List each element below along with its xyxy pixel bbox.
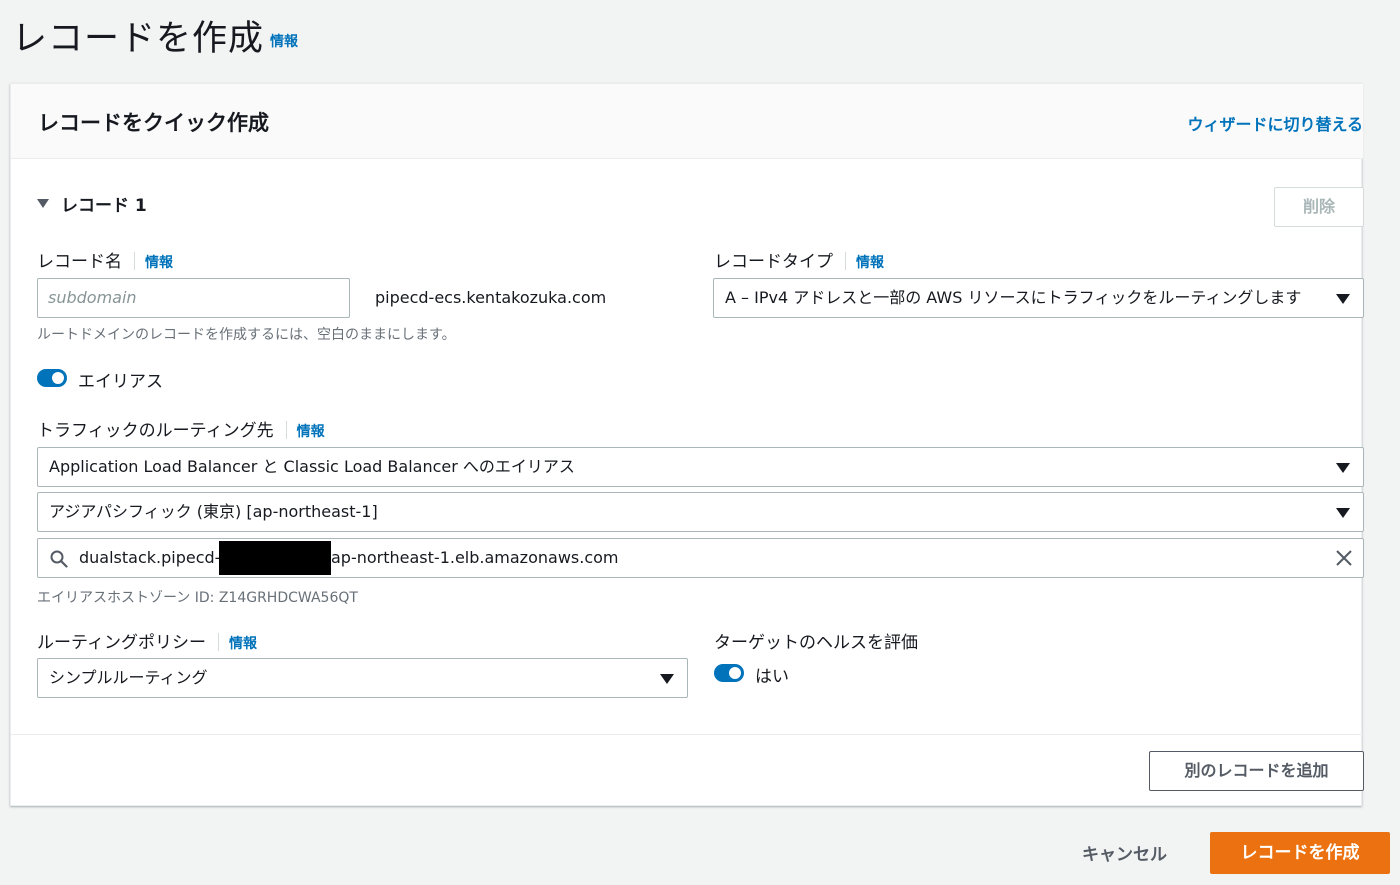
routing-policy-label-text: ルーティングポリシー: [37, 633, 206, 653]
dns-name-prefix: dualstack.pipecd-: [79, 548, 221, 567]
card-footer-divider: [11, 734, 1363, 735]
record-type-value: A – IPv4 アドレスと一部の AWS リソースにトラフィックをルーティング…: [725, 288, 1302, 307]
toggle-knob: [52, 372, 64, 384]
record-type-select[interactable]: A – IPv4 アドレスと一部の AWS リソースにトラフィックをルーティング…: [713, 278, 1364, 318]
redacted-block: [219, 541, 331, 575]
record-name-placeholder: subdomain: [48, 288, 137, 307]
card-header: レコードをクイック作成 ウィザードに切り替える: [11, 84, 1363, 159]
record-name-label-text: レコード名: [37, 252, 122, 272]
hosted-zone-id: エイリアスホストゾーン ID: Z14GRHDCWA56QT: [37, 590, 358, 606]
cancel-button[interactable]: キャンセル: [1082, 840, 1167, 865]
record-name-label: レコード名 情報: [37, 247, 173, 272]
routing-policy-info-link[interactable]: 情報: [229, 636, 257, 652]
routing-target-label-text: トラフィックのルーティング先: [37, 421, 274, 441]
create-records-button[interactable]: レコードを作成: [1210, 832, 1390, 874]
record-type-label: レコードタイプ 情報: [714, 247, 884, 272]
record-1-title: レコード 1: [61, 196, 147, 216]
page-title: レコードを作成: [12, 19, 265, 59]
region-value: アジアパシフィック (東京) [ap-northeast-1]: [49, 502, 378, 521]
routing-policy-select[interactable]: シンプルルーティング: [37, 658, 688, 698]
delete-record-button[interactable]: 削除: [1274, 187, 1364, 227]
routing-policy-label: ルーティングポリシー 情報: [37, 628, 257, 653]
caret-down-icon: [37, 199, 49, 208]
domain-suffix: pipecd-ecs.kentakozuka.com: [375, 288, 607, 307]
routing-target-label: トラフィックのルーティング先 情報: [37, 416, 325, 441]
switch-to-wizard-link[interactable]: ウィザードに切り替える: [1187, 111, 1363, 135]
routing-target-info-link[interactable]: 情報: [297, 424, 325, 440]
record-name-info-link[interactable]: 情報: [145, 255, 173, 271]
record-type-label-text: レコードタイプ: [714, 252, 833, 272]
record-name-input[interactable]: subdomain: [37, 278, 350, 318]
search-icon: [50, 550, 68, 568]
evaluate-health-toggle[interactable]: [714, 664, 744, 682]
evaluate-health-toggle-label: はい: [755, 667, 789, 687]
card-title: レコードをクイック作成: [38, 111, 269, 135]
record-1-expander[interactable]: レコード 1: [37, 191, 147, 216]
add-another-record-button[interactable]: 別のレコードを追加: [1149, 751, 1364, 791]
dropdown-arrow-icon: [660, 674, 674, 684]
toggle-knob: [729, 667, 741, 679]
dropdown-arrow-icon: [1336, 508, 1350, 518]
evaluate-health-label: ターゲットのヘルスを評価: [714, 633, 918, 653]
load-balancer-search-input[interactable]: dualstack.pipecd- ap-northeast-1.elb.ama…: [37, 538, 1364, 578]
dns-name-suffix: ap-northeast-1.elb.amazonaws.com: [331, 548, 619, 567]
quick-create-card: レコードをクイック作成 ウィザードに切り替える レコード 1 削除 レコード名情…: [10, 83, 1364, 806]
routing-policy-value: シンプルルーティング: [49, 668, 208, 687]
alias-label: エイリアス: [78, 372, 163, 392]
page-info-link[interactable]: 情報: [270, 31, 298, 51]
endpoint-type-value: Application Load Balancer と Classic Load…: [49, 457, 575, 476]
region-select[interactable]: アジアパシフィック (東京) [ap-northeast-1]: [37, 492, 1364, 532]
dropdown-arrow-icon: [1336, 294, 1350, 304]
endpoint-type-select[interactable]: Application Load Balancer と Classic Load…: [37, 447, 1364, 487]
record-type-info-link[interactable]: 情報: [856, 255, 884, 271]
dropdown-arrow-icon: [1336, 463, 1350, 473]
record-name-hint: ルートドメインのレコードを作成するには、空白のままにします。: [37, 327, 456, 343]
alias-toggle[interactable]: [37, 369, 67, 387]
clear-icon[interactable]: [1335, 549, 1353, 567]
